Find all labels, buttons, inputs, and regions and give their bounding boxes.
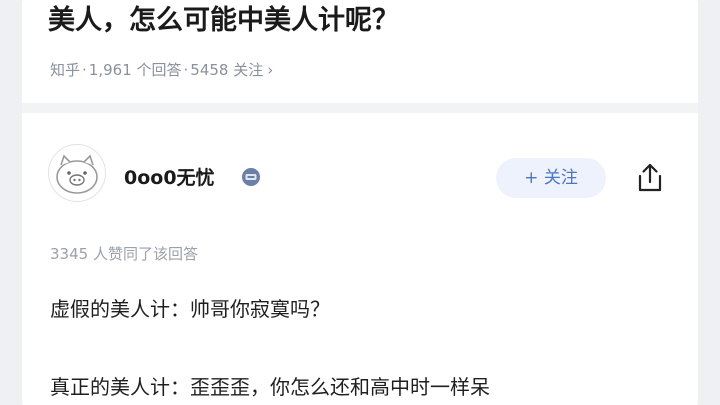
question-meta[interactable]: 知乎 · 1,961 个回答 · 5458 关注 ›: [50, 58, 273, 82]
avatar[interactable]: [48, 144, 106, 202]
question-title[interactable]: 美人，怎么可能中美人计呢？: [48, 0, 399, 42]
source-label: 知乎: [50, 61, 81, 79]
vip-badge-icon: [242, 168, 260, 186]
share-icon[interactable]: [634, 161, 666, 195]
answer-text-line: 真正的美人计：歪歪歪，你怎么还和高中时一样呆: [50, 375, 490, 399]
follower-count: 5458 关注: [190, 61, 264, 79]
author-row: 0oo0无忧 + 关注: [22, 140, 698, 220]
answer-text-line: 虚假的美人计：帅哥你寂寞吗？: [50, 297, 330, 321]
answer-card: 美人，怎么可能中美人计呢？ 知乎 · 1,961 个回答 · 5458 关注 › 0oo0…: [22, 0, 698, 405]
answer-count: 1,961 个回答: [88, 61, 182, 79]
pig-face-icon: [56, 154, 98, 194]
follow-button[interactable]: + 关注: [496, 158, 606, 198]
upvote-count: 3345 人赞同了该回答: [50, 245, 198, 263]
author-name[interactable]: 0oo0无忧: [124, 163, 215, 190]
meta-separator: ·: [183, 61, 189, 79]
meta-separator: ·: [82, 61, 87, 79]
section-divider: [22, 103, 698, 113]
chevron-right-icon: ›: [267, 61, 274, 79]
